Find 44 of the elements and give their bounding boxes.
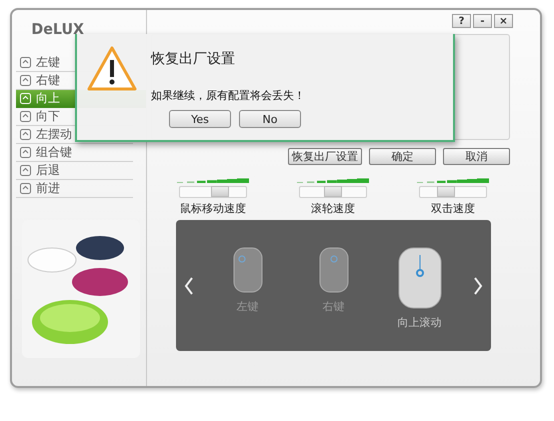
action-button[interactable]: 确定 (369, 148, 436, 165)
speed-meter-icon (417, 177, 489, 183)
item-icon (20, 111, 31, 122)
mouse-label: 左键 (236, 299, 258, 314)
dialog-button[interactable]: No (239, 110, 301, 128)
title-bar-button[interactable]: × (494, 14, 513, 28)
slider-label: 鼠标移动速度 (180, 201, 246, 216)
sidebar-item[interactable]: 前进 (16, 180, 133, 198)
item-icon (20, 183, 31, 194)
action-button[interactable]: 恢复出厂设置 (288, 148, 362, 165)
dialog-title: 恢复出厂设置 (151, 50, 236, 68)
chevron-left-icon[interactable] (184, 276, 194, 294)
item-icon (20, 75, 31, 86)
slider-track[interactable] (299, 186, 367, 198)
item-icon (20, 129, 31, 140)
slider-track[interactable] (419, 186, 487, 198)
speed-meter-icon (297, 177, 369, 183)
sidebar-item[interactable]: 后退 (16, 162, 133, 180)
slider-thumb[interactable] (324, 186, 342, 197)
slider-label: 双击速度 (431, 201, 475, 216)
item-icon (20, 93, 31, 104)
slider-thumb[interactable] (210, 186, 229, 197)
dialog-button[interactable]: Yes (169, 110, 231, 128)
warning-icon (87, 46, 137, 92)
mouse-icon (398, 247, 442, 309)
title-bar-button[interactable]: - (473, 14, 492, 28)
mouse-icon (232, 247, 262, 293)
speed-meter-icon (177, 177, 249, 183)
mouse-label: 向上滚动 (398, 315, 442, 330)
slider-track[interactable] (179, 186, 247, 198)
brand-logo: DeLUX (31, 20, 84, 38)
action-button[interactable]: 取消 (443, 148, 510, 165)
mouse-icon (318, 247, 348, 293)
item-icon (20, 165, 31, 176)
item-icon (20, 147, 31, 158)
slider-thumb[interactable] (437, 186, 456, 197)
title-bar-button[interactable]: ? (452, 14, 471, 28)
item-icon (20, 57, 31, 68)
mouse-card[interactable]: 向上滚动 (388, 247, 450, 330)
dialog-message: 如果继续，原有配置将会丢失！ (151, 88, 305, 103)
slider-label: 滚轮速度 (311, 201, 355, 216)
chevron-right-icon[interactable] (473, 276, 483, 294)
sidebar-item[interactable]: 组合键 (16, 144, 133, 162)
mouse-label: 右键 (322, 299, 344, 314)
